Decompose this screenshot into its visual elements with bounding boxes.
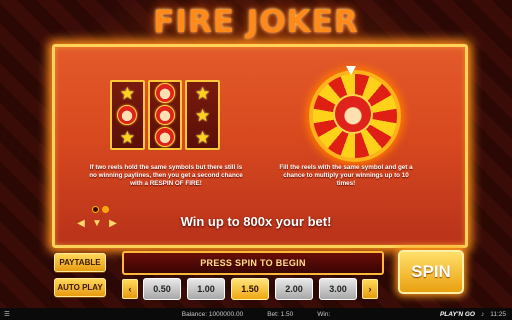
bet-option[interactable]: 1.00 (187, 278, 225, 300)
page-indicator (92, 206, 109, 213)
reel-2 (147, 80, 183, 150)
reels-illustration: ★ ★ ★ ★ ★ (110, 80, 221, 150)
info-navigation: ◀ ▼ ▶ (75, 219, 119, 229)
game-title: FIRE JOKER (0, 4, 512, 40)
win-text: Win: (317, 310, 331, 318)
sound-icon[interactable]: ♪ (481, 311, 484, 318)
bet-selector: ‹ 0.50 1.00 1.50 2.00 3.00 › (122, 278, 378, 300)
arrow-right-icon[interactable]: ▶ (107, 219, 119, 229)
page-dot[interactable] (92, 206, 99, 213)
joker-icon (154, 127, 176, 147)
joker-icon (333, 94, 373, 134)
arrow-down-icon[interactable]: ▼ (91, 219, 103, 229)
status-bar: ☰ Balance: 1000000.00 Bet: 1.50 Win: PLA… (0, 308, 512, 320)
message-bar: PRESS SPIN TO BEGIN (122, 251, 384, 275)
joker-icon (154, 83, 176, 103)
multiplier-description: Fill the reels with the same symbol and … (279, 164, 413, 187)
paytable-button[interactable]: PAYTABLE (54, 253, 106, 272)
bet-increase-button[interactable]: › (362, 279, 378, 299)
clock-text: 11:25 (490, 310, 506, 318)
star-icon: ★ (119, 127, 135, 147)
game-title-text: FIRE JOKER (153, 4, 359, 40)
wheel-pointer-icon (346, 66, 356, 75)
reel-3: ★ ★ ★ (185, 80, 221, 150)
arrow-left-icon[interactable]: ◀ (75, 219, 87, 229)
respin-description: If two reels hold the same symbols but t… (89, 164, 243, 187)
status-right: PLAY'N GO ♪ 11:25 (440, 311, 506, 318)
autoplay-button[interactable]: AUTO PLAY (54, 278, 106, 297)
reel-1: ★ ★ (110, 80, 145, 150)
bet-option[interactable]: 0.50 (143, 278, 181, 300)
page-dot-active[interactable] (102, 206, 109, 213)
bet-option[interactable]: 2.00 (275, 278, 313, 300)
status-values: Balance: 1000000.00 Bet: 1.50 Win: (0, 311, 512, 318)
max-win-headline: Win up to 800x your bet! (180, 214, 332, 229)
bet-text: Bet: 1.50 (267, 310, 294, 318)
spin-button[interactable]: SPIN (398, 250, 464, 294)
balance-text: Balance: 1000000.00 (181, 310, 244, 318)
star-icon: ★ (195, 83, 211, 103)
joker-icon (116, 105, 138, 125)
joker-icon (154, 105, 176, 125)
bet-option[interactable]: 3.00 (319, 278, 357, 300)
bet-option-selected[interactable]: 1.50 (231, 278, 269, 300)
provider-logo: PLAY'N GO (439, 310, 475, 318)
star-icon: ★ (119, 83, 135, 103)
bet-decrease-button[interactable]: ‹ (122, 279, 138, 299)
star-icon: ★ (195, 127, 211, 147)
star-icon: ★ (195, 105, 211, 125)
